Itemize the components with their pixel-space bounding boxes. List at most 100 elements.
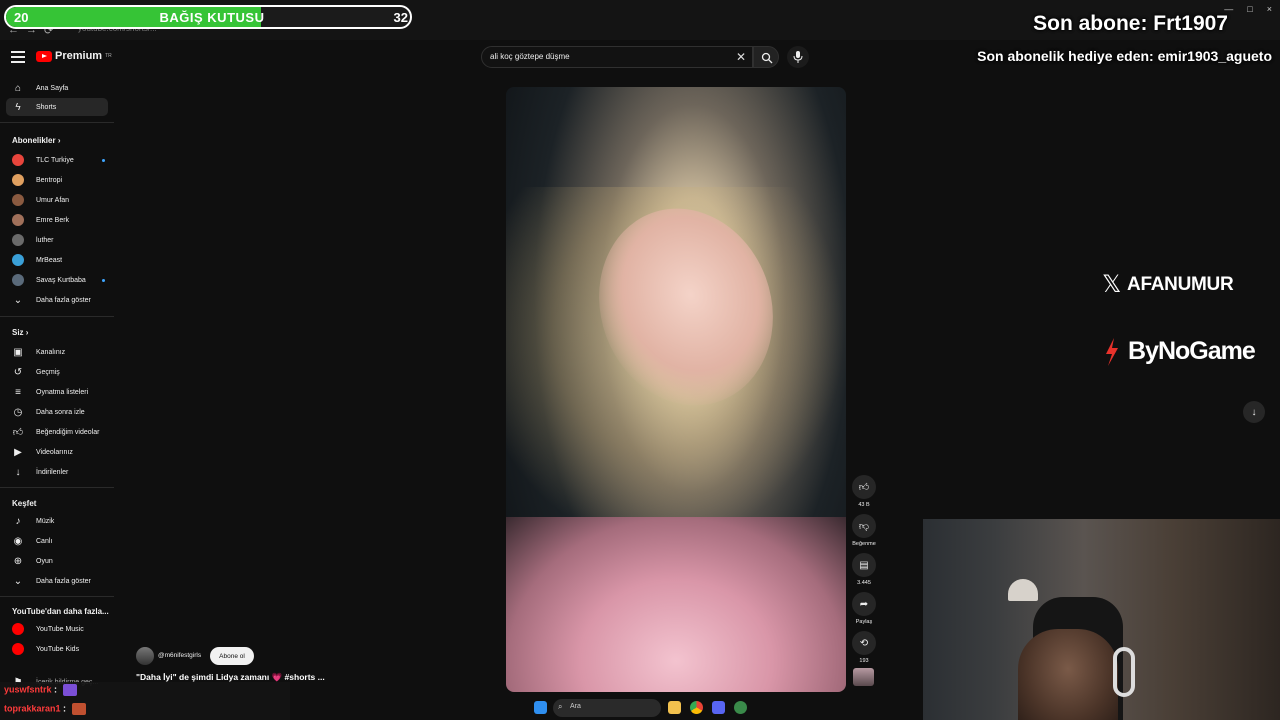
sound-thumbnail[interactable]: [853, 668, 874, 686]
sponsor-overlay: ByNoGame: [1102, 337, 1256, 366]
arrow-down-icon: ↓: [1251, 406, 1257, 418]
sidebar-item-downloads[interactable]: ↓ İndirilenler: [6, 463, 108, 481]
bynogame-logo-icon: [1106, 337, 1118, 366]
sidebar-item-watch-later[interactable]: ◷ Daha sonra izle: [6, 403, 108, 421]
short-video-player[interactable]: [506, 87, 846, 692]
discord-icon[interactable]: [712, 701, 725, 714]
sidebar-item-playlists[interactable]: ≡ Oynatma listeleri: [6, 383, 108, 401]
like-count: 43 B: [858, 502, 870, 508]
sidebar-sub-item[interactable]: Bentropi: [6, 171, 108, 189]
explore-header: Keşfet: [12, 499, 37, 508]
share-button[interactable]: ➦ Paylaş: [851, 592, 877, 625]
like-button[interactable]: 👍︎ 43 B: [851, 475, 877, 508]
sidebar-sub-item[interactable]: TLC Turkiye: [6, 151, 108, 169]
chevron-down-icon: ⌄: [13, 294, 23, 306]
windows-start-icon[interactable]: [534, 701, 547, 714]
sidebar-sub-item[interactable]: luther: [6, 231, 108, 249]
sidebar-item-music[interactable]: ♪ Müzik: [6, 512, 108, 530]
emote-icon: [71, 703, 86, 715]
chevron-right-icon: ›: [25, 328, 29, 337]
maximize-icon[interactable]: □: [1247, 4, 1252, 14]
new-content-dot: [102, 279, 105, 282]
remix-button[interactable]: ⟲ 193: [851, 631, 877, 664]
thumbs-up-icon: 👍︎: [12, 427, 24, 438]
sidebar-item-label: YouTube Music: [36, 625, 84, 633]
gamepad-icon: ⊕: [13, 555, 23, 567]
sidebar-item-channel[interactable]: ▣ Kanalınız: [6, 343, 108, 361]
share-icon: ➦: [852, 592, 876, 616]
close-icon[interactable]: ×: [1267, 4, 1272, 14]
chat-username: yuswfsntrk: [4, 684, 52, 695]
voice-search-button[interactable]: [787, 46, 809, 68]
sidebar-item-home[interactable]: ⌂ Ana Sayfa: [6, 79, 108, 97]
social-x-overlay: 𝕏 AFANUMUR: [1102, 270, 1234, 299]
sidebar-item-gaming[interactable]: ⊕ Oyun: [6, 552, 108, 570]
home-icon: ⌂: [14, 82, 22, 94]
clock-icon: ◷: [13, 406, 23, 418]
sidebar-item-label: Daha fazla göster: [36, 296, 91, 304]
file-explorer-icon[interactable]: [668, 701, 681, 714]
sidebar-item-your-videos[interactable]: ▶ Videolarınız: [6, 443, 108, 461]
show-more-subscriptions[interactable]: ⌄ Daha fazla göster: [6, 291, 108, 309]
sidebar-sub-item[interactable]: Umur Afan: [6, 191, 108, 209]
taskbar-search-placeholder: Ara: [570, 703, 581, 710]
last-subscriber-overlay: Son abone: Frt1907: [1033, 12, 1228, 35]
comments-button[interactable]: ▤ 3.445: [851, 553, 877, 586]
app-icon[interactable]: [734, 701, 747, 714]
sidebar-item-label: luther: [36, 236, 54, 244]
next-short-button[interactable]: ↓: [1243, 401, 1265, 423]
divider: [0, 122, 114, 123]
sidebar-item-liked[interactable]: 👍︎ Beğendiğim videolar: [6, 423, 108, 441]
search-value: ali koç göztepe düşme: [490, 52, 570, 61]
show-more-explore[interactable]: ⌄ Daha fazla göster: [6, 572, 108, 590]
sidebar-sub-item[interactable]: Savaş Kurtbaba: [6, 271, 108, 289]
avatar: [12, 214, 24, 226]
video-icon: ▶: [14, 446, 22, 458]
window-controls: — □ ×: [1224, 4, 1272, 14]
sidebar-item-youtube-kids[interactable]: YouTube Kids: [6, 640, 108, 658]
sidebar-item-label: Savaş Kurtbaba: [36, 276, 86, 284]
sidebar-sub-item[interactable]: MrBeast: [6, 251, 108, 269]
you-header[interactable]: Siz ›: [12, 328, 28, 337]
sidebar-item-shorts[interactable]: ϟ Shorts: [6, 98, 108, 116]
search-input[interactable]: ali koç göztepe düşme ✕: [481, 46, 753, 68]
channel-name[interactable]: @m6nifestgirls: [158, 652, 201, 659]
remix-icon: ⟲: [852, 631, 876, 655]
history-icon: ↺: [13, 366, 23, 378]
divider: [0, 487, 114, 488]
more-from-youtube-header: YouTube'dan daha fazla...: [12, 607, 109, 616]
avatar: [12, 274, 24, 286]
thumbs-down-icon: 👎︎: [852, 514, 876, 538]
chrome-icon[interactable]: [690, 701, 703, 714]
subscriptions-header[interactable]: Abonelikler ›: [12, 136, 60, 145]
channel-avatar[interactable]: [136, 647, 154, 665]
chat-message: yuswfsntrk :: [4, 684, 77, 696]
x-logo-icon: 𝕏: [1102, 271, 1122, 298]
shorts-icon: ϟ: [15, 101, 21, 113]
download-icon: ↓: [15, 466, 21, 478]
new-content-dot: [102, 159, 105, 162]
subscribe-button[interactable]: Abone ol: [210, 647, 254, 665]
dislike-button[interactable]: 👎︎ Beğenme: [851, 514, 877, 547]
search-button[interactable]: [753, 46, 779, 68]
chat-text: :: [54, 684, 58, 695]
sidebar-item-history[interactable]: ↺ Geçmiş: [6, 363, 108, 381]
clear-search-icon[interactable]: ✕: [736, 50, 746, 64]
last-gift-overlay: Son abonelik hediye eden: emir1903_aguet…: [977, 48, 1272, 64]
sidebar-item-youtube-music[interactable]: YouTube Music: [6, 620, 108, 638]
section-title: Abonelikler: [12, 136, 56, 145]
sidebar-item-label: Canlı: [36, 537, 53, 545]
sidebar-item-label: TLC Turkiye: [36, 156, 74, 164]
sidebar-item-label: İndirilenler: [36, 468, 69, 476]
sidebar-item-live[interactable]: ◉ Canlı: [6, 532, 108, 550]
mic-icon: [793, 51, 803, 63]
thumbs-up-icon: 👍︎: [852, 475, 876, 499]
donation-current: 20: [14, 10, 29, 25]
youtube-logo[interactable]: Premium TR: [36, 50, 112, 62]
avatar: [12, 174, 24, 186]
taskbar-search[interactable]: ⌕ Ara: [553, 699, 661, 717]
stream-chat: yuswfsntrk : toprakkaran1 :: [0, 682, 290, 720]
remix-count: 193: [859, 658, 869, 664]
menu-icon[interactable]: [11, 51, 25, 63]
sidebar-sub-item[interactable]: Emre Berk: [6, 211, 108, 229]
